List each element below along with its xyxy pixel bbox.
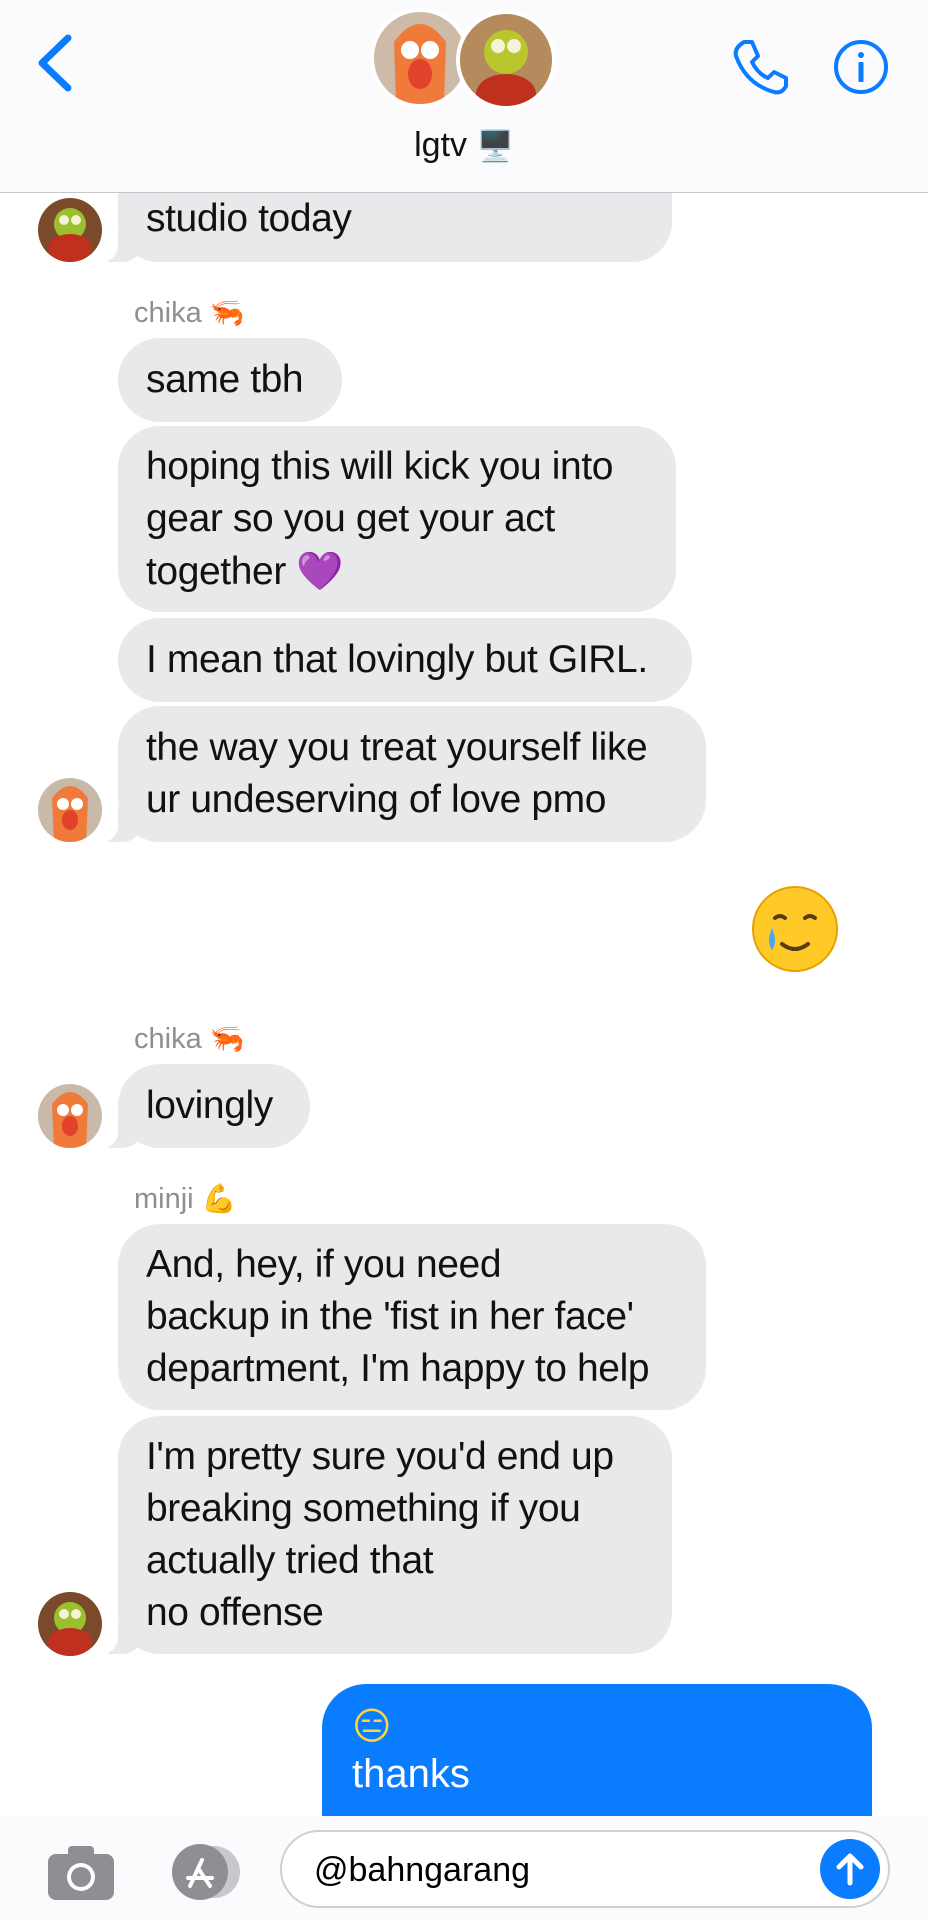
- message-bubble[interactable]: studio today: [92, 190, 672, 262]
- message-text: studio today: [146, 197, 352, 240]
- group-avatar[interactable]: [370, 8, 556, 118]
- message-bubble[interactable]: lovingly: [92, 1064, 310, 1148]
- app-store-button[interactable]: [160, 1842, 244, 1902]
- message-text: same tbh: [146, 358, 304, 401]
- message-thread: studio today chika 🦐 same tbh hoping thi…: [0, 0, 928, 1820]
- sender-label: minji 💪: [134, 1182, 237, 1215]
- message-line: gear so you get your act: [146, 496, 555, 540]
- message-bubble[interactable]: the way you treat yourself like ur undes…: [92, 706, 706, 842]
- expressionless-emoji-icon: 😑: [352, 1704, 392, 1748]
- avatar-kermit: [38, 1592, 102, 1656]
- message-bubble[interactable]: I mean that lovingly but GIRL.: [118, 618, 692, 702]
- call-button[interactable]: [730, 36, 792, 98]
- message-line: the way you treat yourself like: [146, 726, 648, 769]
- message-text: I mean that lovingly but GIRL.: [146, 638, 648, 681]
- chat-header: lgtv 🖥️: [0, 0, 928, 193]
- camera-button[interactable]: [46, 1842, 116, 1902]
- phone-icon: [733, 40, 788, 95]
- message-line: And, hey, if you need: [146, 1243, 502, 1286]
- message-bubble[interactable]: hoping this will kick you into gear so y…: [118, 426, 676, 612]
- app-store-icon: [172, 1844, 240, 1900]
- message-line: no offense: [146, 1591, 324, 1634]
- sender-label: chika 🦐: [134, 296, 245, 329]
- avatar-beaker: [38, 1084, 102, 1148]
- message-line: breaking something if you: [146, 1487, 581, 1530]
- message-bubble[interactable]: same tbh: [118, 338, 342, 422]
- message-line: department, I'm happy to help: [146, 1347, 650, 1390]
- camera-icon: [48, 1846, 114, 1900]
- avatar-kermit: [38, 198, 102, 262]
- sent-message-bubble[interactable]: 😑 thanks: [322, 1684, 872, 1820]
- info-icon: [834, 40, 888, 94]
- message-input-container: [280, 1830, 890, 1908]
- message-bubble[interactable]: I'm pretty sure you'd end up breaking so…: [92, 1416, 672, 1654]
- chevron-left-icon: [38, 34, 72, 92]
- crying-smile-emoji-icon: [750, 884, 840, 974]
- chat-title[interactable]: lgtv 🖥️: [0, 126, 928, 165]
- purple-heart-icon: 💜: [296, 548, 344, 593]
- avatar-beaker: [370, 8, 470, 108]
- avatar-beaker: [38, 778, 102, 842]
- message-input[interactable]: [312, 1842, 786, 1898]
- send-button[interactable]: [820, 1839, 880, 1899]
- message-line: actually tried that: [146, 1539, 434, 1582]
- message-text: thanks: [352, 1752, 470, 1796]
- message-line: backup in the 'fist in her face': [146, 1295, 634, 1338]
- avatar-kermit: [456, 10, 556, 110]
- message-line: hoping this will kick you into: [146, 444, 614, 488]
- message-composer: [0, 1816, 928, 1920]
- message-line: together: [146, 549, 286, 593]
- back-button[interactable]: [30, 30, 80, 96]
- desktop-computer-icon: 🖥️: [476, 129, 514, 164]
- message-line: I'm pretty sure you'd end up: [146, 1435, 614, 1478]
- message-text: lovingly: [146, 1084, 273, 1127]
- info-button[interactable]: [832, 38, 890, 96]
- sender-label: chika 🦐: [134, 1022, 245, 1055]
- message-line: ur undeserving of love pmo: [146, 778, 607, 821]
- arrow-up-icon: [836, 1853, 864, 1886]
- message-bubble[interactable]: And, hey, if you need backup in the 'fis…: [118, 1224, 706, 1410]
